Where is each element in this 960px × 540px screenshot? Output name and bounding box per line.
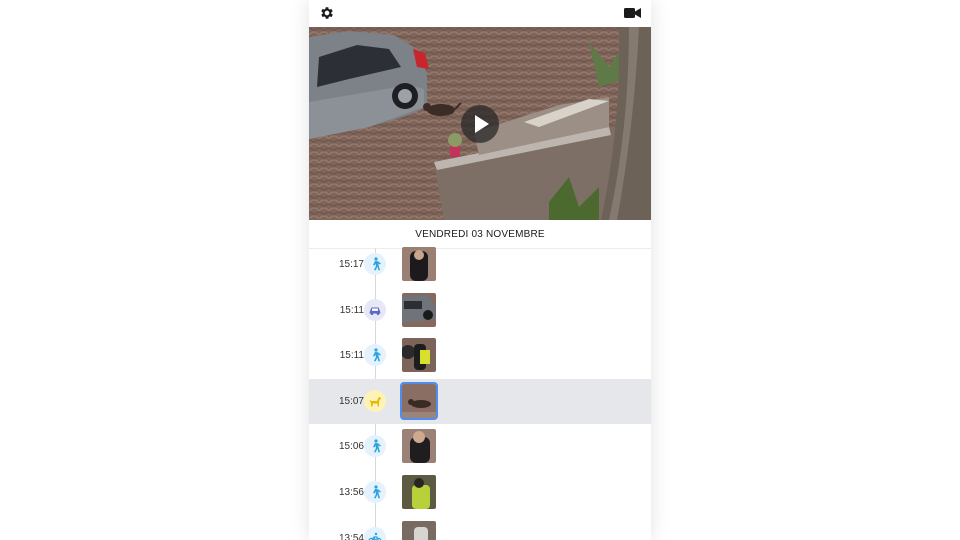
timeline-event-row[interactable]: 15:17 [309,242,651,287]
event-time: 15:07 [338,396,364,407]
play-button[interactable] [461,105,499,143]
video-player[interactable] [309,27,651,220]
event-time: 15:06 [338,441,364,452]
event-time: 15:11 [339,350,364,361]
event-thumbnail[interactable] [400,382,438,420]
person-event-badge [364,481,386,503]
animal-event-badge [364,390,386,412]
bicycle-icon [368,532,382,540]
event-thumbnail[interactable] [402,429,436,463]
event-thumbnail[interactable] [402,338,436,372]
person-event-badge [364,527,386,540]
timeline-event-row[interactable]: 15:06 [309,424,651,469]
event-thumbnail[interactable] [402,247,436,281]
person-event-badge [364,435,386,457]
event-time: 15:17 [338,259,364,270]
event-time: 13:56 [338,487,364,498]
car-icon [369,307,381,316]
event-time: 15:11 [339,305,364,316]
top-bar [309,0,651,27]
timeline-event-row[interactable]: 15:11 [309,288,651,333]
vehicle-event-badge [364,299,386,321]
event-thumbnail[interactable] [402,293,436,327]
event-time: 13:54 [338,533,364,540]
timeline-event-row[interactable]: 15:11 [309,333,651,378]
person-walking-icon [373,348,381,362]
event-thumbnail[interactable] [402,521,436,540]
dog-icon [369,397,381,407]
timeline-event-row[interactable]: 13:54 [309,516,651,540]
video-camera-icon[interactable] [624,7,641,19]
gear-icon[interactable] [319,5,335,21]
person-walking-icon [373,439,381,453]
app-screen: VENDREDI 03 NOVEMBRE 15:17 15:11 15:11 15:0… [309,0,651,540]
person-event-badge [364,253,386,275]
timeline-event-row[interactable]: 15:07 [309,379,651,424]
person-walking-icon [373,257,381,271]
person-walking-icon [373,485,381,499]
person-event-badge [364,344,386,366]
event-thumbnail[interactable] [402,475,436,509]
timeline-event-row[interactable]: 13:56 [309,470,651,515]
